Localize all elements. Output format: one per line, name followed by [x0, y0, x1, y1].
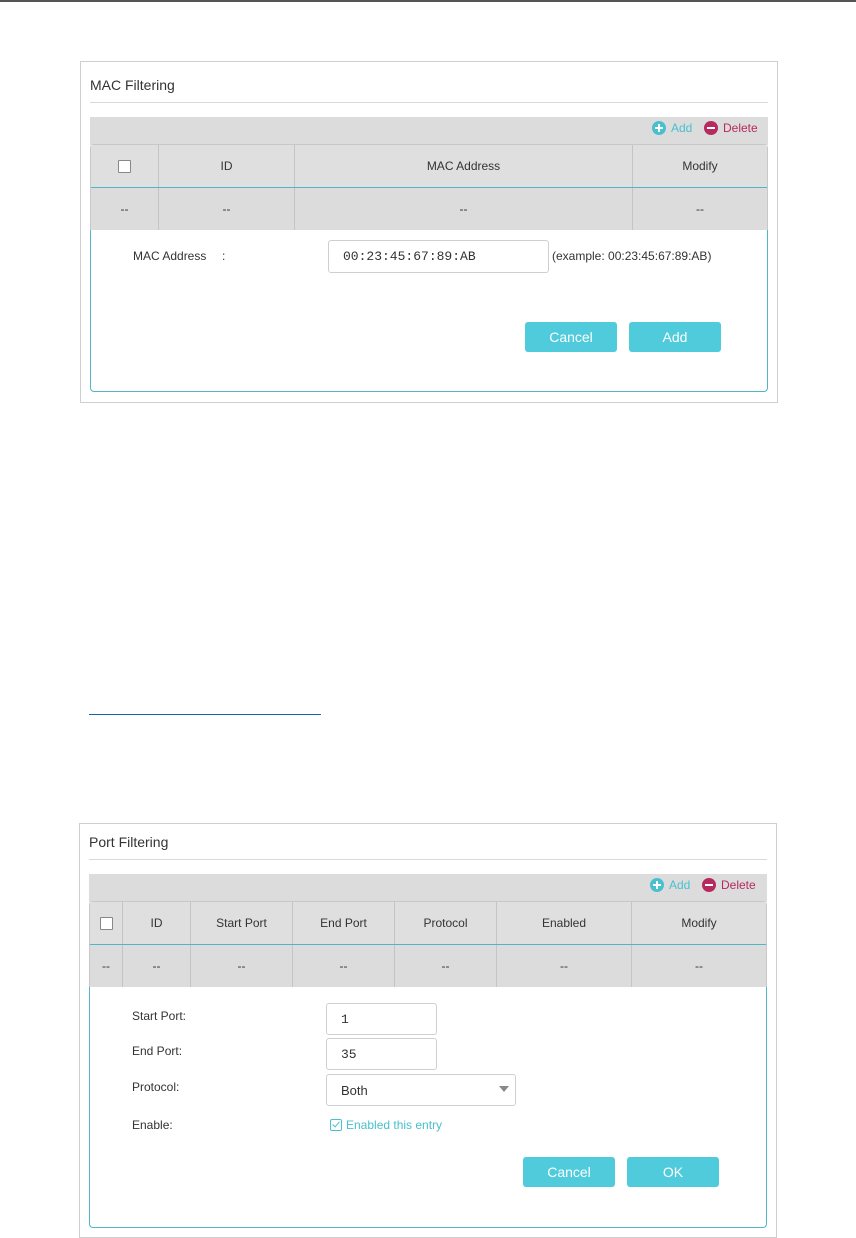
enable-label: Enable: — [132, 1118, 173, 1132]
port-toolbar: Add Delete — [89, 874, 767, 902]
row-end-port: -- — [293, 945, 395, 987]
col-modify[interactable]: Modify — [632, 902, 766, 944]
mac-address-example: (example: 00:23:45:67:89:AB) — [552, 249, 712, 263]
col-id[interactable]: ID — [123, 902, 191, 944]
row-protocol: -- — [395, 945, 497, 987]
row-mac-address: -- — [295, 188, 633, 230]
minus-circle-icon — [702, 878, 716, 892]
top-border — [0, 0, 856, 2]
minus-circle-icon — [704, 121, 718, 135]
cancel-button[interactable]: Cancel — [525, 322, 617, 352]
plus-circle-icon — [652, 121, 666, 135]
protocol-label: Protocol: — [132, 1080, 180, 1094]
title-divider — [89, 859, 767, 860]
col-mac-address[interactable]: MAC Address — [295, 145, 633, 187]
col-id[interactable]: ID — [159, 145, 295, 187]
mac-address-colon: : — [222, 249, 226, 263]
mac-filtering-panel: MAC Filtering Add Delete ID MAC Address … — [80, 61, 778, 403]
ok-button[interactable]: OK — [627, 1157, 719, 1187]
col-end-port[interactable]: End Port — [293, 902, 395, 944]
delete-label: Delete — [721, 878, 756, 892]
add-button[interactable]: Add — [629, 322, 721, 352]
select-all-checkbox[interactable] — [99, 916, 113, 930]
start-port-label: Start Port: — [132, 1009, 187, 1023]
port-filtering-title: Port Filtering — [89, 834, 169, 850]
enable-checkbox[interactable] — [330, 1119, 342, 1131]
add-label: Add — [671, 121, 693, 135]
protocol-select[interactable]: Both — [326, 1074, 516, 1106]
port-filtering-panel: Port Filtering Add Delete ID Start Port … — [79, 823, 777, 1238]
row-select-cell: -- — [91, 188, 159, 230]
link-underline — [89, 714, 321, 715]
row-enabled: -- — [497, 945, 632, 987]
plus-circle-icon — [650, 878, 664, 892]
mac-add-form: MAC Address : 00:23:45:67:89:AB (example… — [90, 230, 768, 392]
row-id: -- — [123, 945, 191, 987]
row-modify: -- — [695, 959, 703, 973]
title-divider — [90, 102, 768, 103]
cancel-button[interactable]: Cancel — [523, 1157, 615, 1187]
mac-table: ID MAC Address Modify -- -- -- -- — [90, 144, 768, 230]
add-label: Add — [669, 878, 691, 892]
table-row: -- -- -- -- -- -- -- — [90, 944, 766, 987]
select-all-cell — [91, 145, 159, 187]
table-header: ID MAC Address Modify — [91, 145, 767, 187]
enable-checkbox-label[interactable]: Enabled this entry — [346, 1118, 442, 1132]
row-id: -- — [159, 188, 295, 230]
port-add-action[interactable]: Add — [650, 876, 690, 894]
delete-label: Delete — [723, 121, 758, 135]
table-header: ID Start Port End Port Protocol Enabled … — [90, 902, 766, 944]
row-modify: -- — [696, 202, 704, 216]
port-table: ID Start Port End Port Protocol Enabled … — [89, 901, 767, 987]
mac-toolbar: Add Delete — [90, 117, 768, 145]
col-enabled[interactable]: Enabled — [497, 902, 632, 944]
mac-delete-action[interactable]: Delete — [704, 119, 758, 137]
end-port-input[interactable]: 35 — [326, 1038, 437, 1070]
chevron-down-icon — [499, 1086, 509, 1092]
mac-address-label: MAC Address — [133, 249, 207, 263]
port-add-form: Start Port: 1 End Port: 35 Protocol: Bot… — [89, 987, 767, 1228]
start-port-input[interactable]: 1 — [326, 1003, 437, 1035]
row-start-port: -- — [191, 945, 293, 987]
col-protocol[interactable]: Protocol — [395, 902, 497, 944]
mac-address-input[interactable]: 00:23:45:67:89:AB — [328, 240, 549, 273]
col-modify[interactable]: Modify — [633, 145, 767, 187]
select-all-cell — [90, 902, 123, 944]
table-row: -- -- -- -- — [91, 187, 767, 230]
mac-add-action[interactable]: Add — [652, 119, 692, 137]
select-all-checkbox[interactable] — [118, 159, 131, 173]
port-delete-action[interactable]: Delete — [702, 876, 756, 894]
mac-filtering-title: MAC Filtering — [90, 77, 175, 93]
col-start-port[interactable]: Start Port — [191, 902, 293, 944]
row-select-cell: -- — [90, 945, 123, 987]
end-port-label: End Port: — [132, 1044, 183, 1058]
protocol-selected-value: Both — [341, 1082, 368, 1098]
